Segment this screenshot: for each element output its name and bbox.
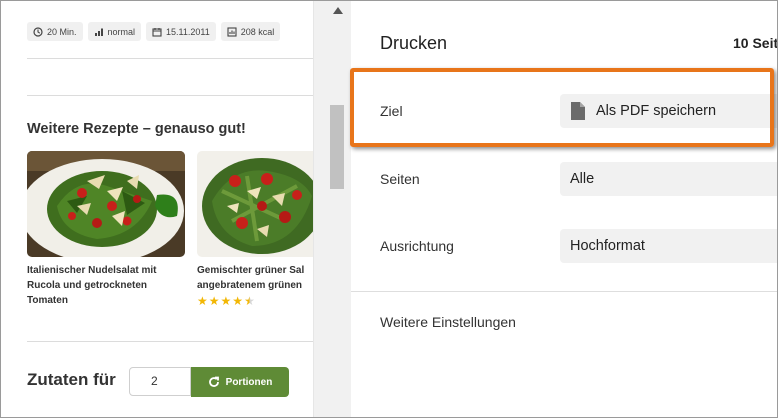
pages-label: Seiten <box>380 171 420 187</box>
meta-calories: 208 kcal <box>220 22 281 41</box>
meta-calories-label: 208 kcal <box>240 26 275 37</box>
meta-date: 15.11.2011 <box>146 22 216 41</box>
meta-time-label: 20 Min. <box>47 26 77 37</box>
pages-value: Alle <box>570 171 595 187</box>
star-icon: ★ <box>232 294 244 308</box>
portion-button[interactable]: Portionen <box>191 367 289 397</box>
star-icon: ★ <box>208 294 220 308</box>
more-settings-toggle[interactable]: Weitere Einstellungen <box>380 314 516 330</box>
orientation-label: Ausrichtung <box>380 238 454 254</box>
ingredients-heading: Zutaten für <box>27 370 116 389</box>
divider <box>27 341 313 342</box>
scroll-thumb[interactable] <box>330 105 344 189</box>
meta-time: 20 Min. <box>27 22 83 41</box>
star-icon: ★ <box>220 294 232 308</box>
divider <box>351 291 777 292</box>
destination-highlight-box <box>350 68 774 147</box>
meta-difficulty: normal <box>87 22 142 41</box>
recipe-meta-row: 20 Min. normal 15.11.2011 208 kcal <box>27 22 281 41</box>
portion-input[interactable]: 2 <box>129 367 191 396</box>
calories-icon <box>227 26 237 37</box>
section-title: Weitere Rezepte – genauso gut! <box>27 121 246 137</box>
meta-date-label: 15.11.2011 <box>166 26 210 37</box>
scroll-up-arrow-icon[interactable] <box>333 7 343 14</box>
recipe-image-salad[interactable] <box>27 151 185 257</box>
recipe-card-title[interactable]: Gemischter grüner Sal angebratenem grüne… <box>197 263 313 293</box>
portion-button-label: Portionen <box>225 376 273 388</box>
divider <box>27 58 313 59</box>
recipe-card-title[interactable]: Italienischer Nudelsalat mit Rucola und … <box>27 263 177 308</box>
preview-scrollbar[interactable] <box>313 1 352 417</box>
clock-icon <box>33 26 43 37</box>
recipe-image-green-salad[interactable] <box>197 151 313 257</box>
print-preview-pane: 20 Min. normal 15.11.2011 208 kcal Weite… <box>1 1 313 417</box>
signal-bars-icon <box>94 28 103 36</box>
print-title: Drucken <box>380 33 448 53</box>
meta-difficulty-label: normal <box>107 26 136 37</box>
orientation-select[interactable]: Hochformat <box>560 229 777 263</box>
page-count: 10 Seit <box>733 35 778 51</box>
star-rating: ★ ★ ★ ★ ★ <box>197 295 313 307</box>
recipe-card[interactable]: Italienischer Nudelsalat mit Rucola und … <box>27 151 185 308</box>
divider <box>27 95 313 96</box>
pages-select[interactable]: Alle <box>560 162 777 196</box>
recipe-card[interactable]: Gemischter grüner Sal angebratenem grüne… <box>197 151 313 307</box>
star-icon: ★ <box>197 294 208 308</box>
calendar-icon <box>152 27 162 37</box>
refresh-icon <box>208 376 219 387</box>
print-settings-panel: Drucken 10 Seit Ziel Als PDF speichern S… <box>351 1 778 417</box>
star-half-icon: ★ <box>244 294 255 308</box>
screenshot-frame: 20 Min. normal 15.11.2011 208 kcal Weite… <box>0 0 778 418</box>
orientation-value: Hochformat <box>570 238 645 254</box>
